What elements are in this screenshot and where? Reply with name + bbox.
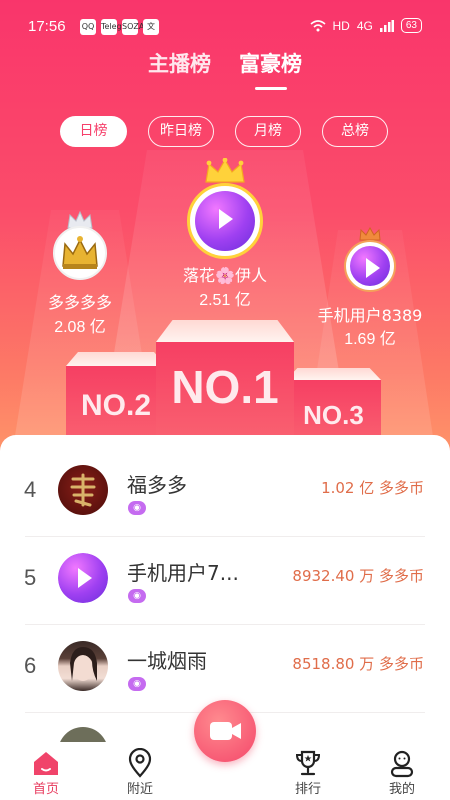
bottom-navigation: 首页 附近 排行 我的 xyxy=(0,700,450,800)
third-place-avatar[interactable] xyxy=(344,240,396,292)
play-logo-icon xyxy=(195,191,255,251)
signal-type: 4G xyxy=(356,18,373,33)
tab-anchor-board[interactable]: 主播榜 xyxy=(148,48,211,90)
tab-daily[interactable]: 日榜 xyxy=(60,116,127,147)
gold-crown-avatar-icon xyxy=(62,236,98,269)
list-item[interactable]: 5 手机用户7... ◉ 8932.40 万 多多币 xyxy=(0,537,450,625)
nav-nearby-label: 附近 xyxy=(126,782,153,797)
nav-ranking-label: 排行 xyxy=(294,782,321,797)
wen-app-icon: 文 xyxy=(143,19,159,35)
gold-crown-icon xyxy=(205,158,245,183)
tab-yesterday[interactable]: 昨日榜 xyxy=(148,116,214,147)
nav-home-label: 首页 xyxy=(32,782,59,797)
nav-profile-label: 我的 xyxy=(388,782,415,797)
coin-amount: 8518.80 万 多多币 xyxy=(292,655,424,673)
leaderboard-hero: 17:56 QQ Telegram SOZAP 文 HD 4G 63 主播榜 富… xyxy=(0,0,450,470)
level-badge-icon: ◉ xyxy=(128,501,146,515)
board-type-tabs: 主播榜 富豪榜 xyxy=(0,48,450,90)
wifi-icon xyxy=(309,19,326,31)
rank-number: 5 xyxy=(24,565,37,590)
first-place-name: 落花🌸伊人 xyxy=(183,266,267,285)
status-time: 17:56 xyxy=(28,18,66,35)
first-place-avatar[interactable] xyxy=(187,183,263,259)
fu-character-icon xyxy=(70,473,96,507)
trophy-icon xyxy=(295,750,321,776)
tab-total[interactable]: 总榜 xyxy=(322,116,388,147)
play-logo-icon xyxy=(350,246,390,286)
tab-monthly[interactable]: 月榜 xyxy=(235,116,301,147)
video-camera-icon xyxy=(210,722,241,740)
podium-stage-1: NO.1 xyxy=(156,320,294,452)
user-name: 手机用户7... xyxy=(127,561,239,585)
play-logo-icon xyxy=(58,553,108,603)
rank-number: 4 xyxy=(24,477,37,502)
qq-app-icon: QQ xyxy=(80,19,96,35)
battery-icon: 63 xyxy=(400,18,422,33)
level-badge-icon: ◉ xyxy=(128,677,146,691)
user-avatar[interactable] xyxy=(58,641,108,691)
woman-photo-icon xyxy=(70,647,97,681)
network-type: HD xyxy=(332,18,350,33)
live-camera-button[interactable] xyxy=(194,700,256,762)
status-right: HD 4G 63 xyxy=(309,18,422,33)
location-pin-icon xyxy=(128,748,152,778)
user-name: 福多多 xyxy=(127,473,187,497)
nav-nearby[interactable]: 附近 xyxy=(110,748,170,797)
signal-icon xyxy=(379,19,394,32)
user-avatar[interactable] xyxy=(58,465,108,515)
tab-rich-board[interactable]: 富豪榜 xyxy=(239,48,302,90)
user-avatar[interactable] xyxy=(58,553,108,603)
user-name: 一城烟雨 xyxy=(127,649,207,673)
coin-amount: 1.02 亿 多多币 xyxy=(321,479,424,497)
coin-amount: 8932.40 万 多多币 xyxy=(292,567,424,585)
nav-home[interactable]: 首页 xyxy=(16,748,76,797)
sozap-app-icon: SOZAP xyxy=(122,19,149,35)
second-place-avatar[interactable] xyxy=(53,226,107,280)
podium: NO.2 NO.3 NO.1 xyxy=(0,300,450,452)
profile-icon xyxy=(390,750,414,778)
rank-number: 6 xyxy=(24,653,37,678)
nav-profile[interactable]: 我的 xyxy=(372,748,432,797)
level-badge-icon: ◉ xyxy=(128,589,146,603)
nav-ranking[interactable]: 排行 xyxy=(278,748,338,797)
list-item[interactable]: 4 福多多 ◉ 1.02 亿 多多币 xyxy=(0,449,450,537)
notification-icons: QQ Telegram SOZAP 文 xyxy=(80,19,159,35)
home-icon xyxy=(34,752,58,775)
telegram-app-icon: Telegram xyxy=(101,19,138,35)
